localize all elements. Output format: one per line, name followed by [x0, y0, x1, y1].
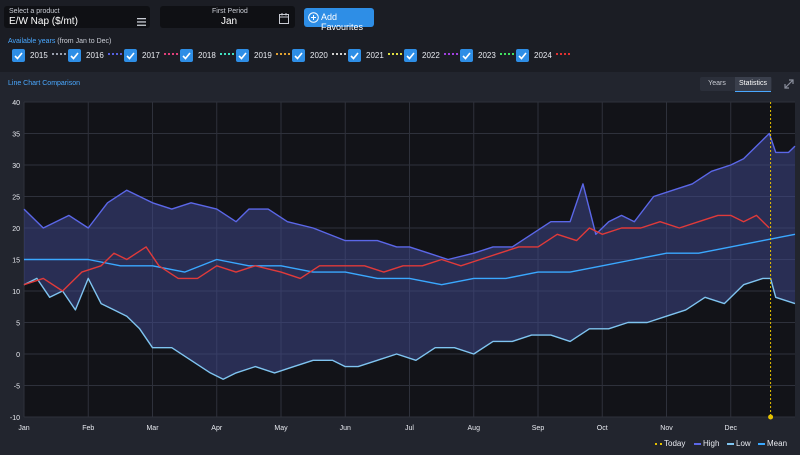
legend-high-swatch: [694, 442, 701, 445]
x-tick-label: Aug: [468, 425, 481, 432]
legend-mean[interactable]: Mean: [758, 439, 787, 448]
legend-high-label: High: [703, 439, 720, 448]
x-tick-label: Jul: [405, 425, 414, 432]
x-tick-label: Oct: [597, 425, 608, 432]
x-tick-label: Nov: [660, 425, 673, 432]
legend-low[interactable]: Low: [727, 439, 751, 448]
y-tick-label: 0: [16, 352, 20, 359]
legend-today[interactable]: Today: [655, 439, 685, 448]
x-tick-label: Feb: [82, 425, 94, 432]
line-chart: 40 35 30 25 20 15 10 5 0 -5 -10 Jan Feb Mar Apr May Jun J…: [10, 100, 796, 432]
legend-high[interactable]: High: [694, 439, 719, 448]
x-tick-label: Sep: [532, 425, 545, 432]
legend-today-label: Today: [664, 439, 686, 448]
y-tick-label: 15: [12, 258, 20, 265]
today-marker-dot: [768, 414, 774, 420]
x-tick-label: Dec: [725, 425, 738, 432]
y-tick-label: 10: [12, 289, 20, 296]
y-tick-label: 35: [12, 132, 20, 139]
x-tick-label: Jan: [18, 425, 29, 432]
y-tick-label: 25: [12, 195, 20, 202]
legend-low-label: Low: [736, 439, 751, 448]
y-tick-label: -10: [10, 415, 20, 422]
legend-today-swatch: [655, 442, 662, 445]
x-tick-label: May: [274, 425, 288, 432]
y-tick-label: 5: [16, 321, 20, 328]
legend-mean-label: Mean: [767, 439, 788, 448]
legend-mean-swatch: [758, 442, 765, 445]
y-tick-label: -5: [14, 384, 20, 391]
x-tick-label: Jun: [340, 425, 351, 432]
legend-low-swatch: [727, 442, 734, 445]
y-tick-label: 20: [12, 226, 20, 233]
y-tick-label: 40: [12, 100, 20, 107]
y-tick-label: 30: [12, 163, 20, 170]
x-tick-label: Mar: [146, 425, 159, 432]
x-tick-label: Apr: [211, 425, 223, 432]
